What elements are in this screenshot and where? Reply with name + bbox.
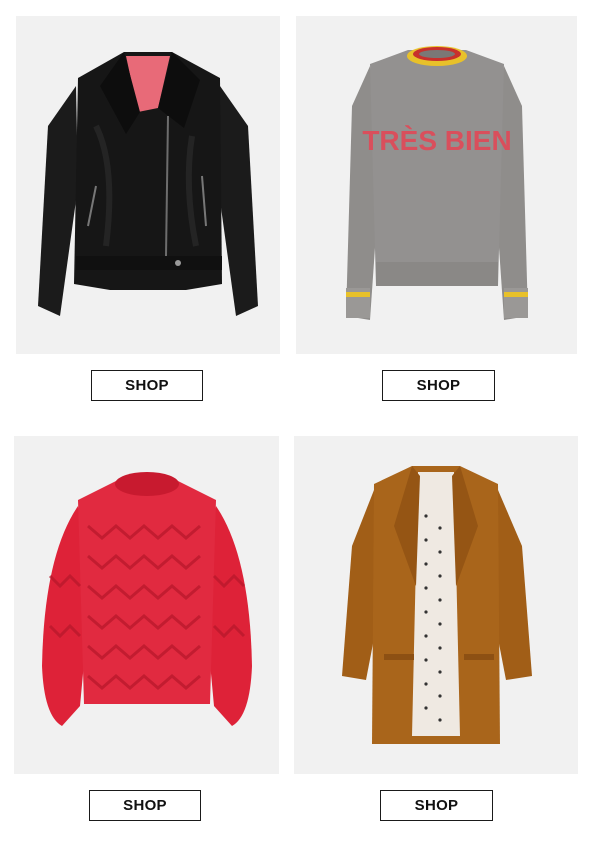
red-cable-knit-sweater-image xyxy=(42,472,252,726)
product-card-leather-jacket[interactable] xyxy=(16,16,280,354)
leather-jacket-image xyxy=(38,52,258,316)
shop-button-tres-bien-sweater[interactable]: SHOP xyxy=(382,370,495,401)
shop-button-red-cable-knit-sweater[interactable]: SHOP xyxy=(89,790,201,821)
product-card-tres-bien-sweater[interactable]: TRÈS BIEN xyxy=(296,16,577,354)
shop-button-mustard-blazer[interactable]: SHOP xyxy=(380,790,493,821)
product-card-mustard-blazer[interactable] xyxy=(294,436,578,774)
product-card-red-cable-knit-sweater[interactable] xyxy=(14,436,279,774)
mustard-blazer-image xyxy=(342,466,532,744)
sweater-lettering: TRÈS BIEN xyxy=(362,125,511,156)
shop-button-leather-jacket[interactable]: SHOP xyxy=(91,370,203,401)
tres-bien-sweater-image: TRÈS BIEN xyxy=(346,46,528,320)
